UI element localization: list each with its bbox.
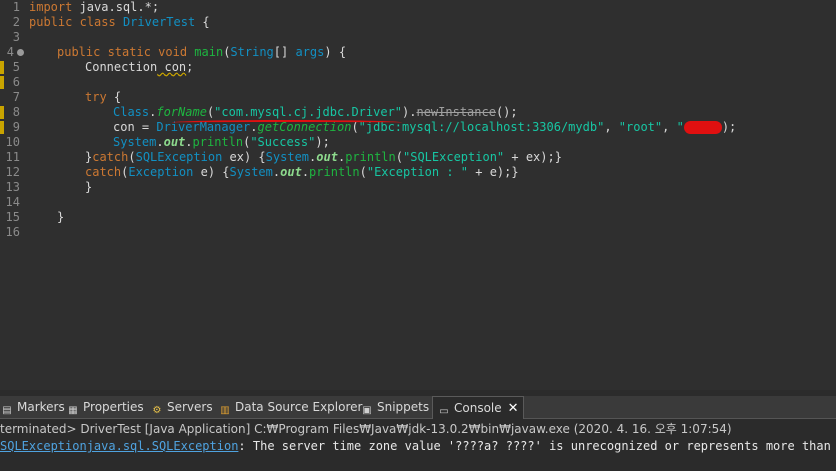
code-line: public static void main(String[] args) { [57, 45, 347, 59]
line-number: 10 [5, 135, 20, 149]
code-line: } [85, 180, 93, 194]
line-number-gutter: 1 2 3 4 5 6 7 8 9 10 11 12 13 14 15 16 [0, 0, 26, 390]
close-icon[interactable]: ✕ [508, 401, 519, 416]
line-number: 4 [6, 45, 14, 59]
properties-icon: ▦ [68, 405, 78, 416]
console-output[interactable]: SQLExceptionjava.sql.SQLException: The s… [0, 438, 836, 454]
line-number: 11 [5, 150, 20, 164]
markers-icon: ▤ [2, 405, 12, 416]
code-line: import java.sql.*; [29, 0, 160, 14]
code-line: }catch(SQLException ex) {System.out.prin… [85, 150, 562, 164]
code-line: System.out.println("Success"); [113, 135, 330, 149]
code-line: public class DriverTest { [29, 15, 210, 29]
code-line: Connection con; [85, 60, 194, 74]
stack-trace-link[interactable]: SQLExceptionjava.sql.SQLException [0, 439, 238, 453]
tab-markers[interactable]: ▤ Markers [0, 396, 64, 418]
line-number: 16 [5, 225, 20, 239]
line-number: 1 [12, 0, 20, 14]
code-line: try { [85, 90, 122, 104]
error-message: : The server time zone value '????a? ???… [238, 439, 836, 453]
code-editor[interactable]: 1 2 3 4 5 6 7 8 9 10 11 12 13 14 15 16 i… [0, 0, 836, 390]
code-line: Class.forName("com.mysql.cj.jdbc.Driver"… [113, 105, 518, 119]
line-number: 7 [12, 90, 20, 104]
panel-tab-bar: ▤ Markers ▦ Properties ⚙ Servers ▥ Data Sour… [0, 396, 836, 419]
warning-marker-icon[interactable] [0, 106, 4, 119]
tab-snippets[interactable]: ▣ Snippets [360, 396, 429, 418]
redacted-password [683, 121, 722, 134]
servers-icon: ⚙ [152, 405, 162, 416]
warning-marker-icon[interactable] [0, 61, 4, 74]
red-annotation-underline [172, 120, 402, 125]
line-number: 15 [5, 210, 20, 224]
data-source-explorer-icon: ▥ [220, 405, 230, 416]
tab-servers[interactable]: ⚙ Servers [150, 396, 213, 418]
line-number: 14 [5, 195, 20, 209]
warning-marker-icon[interactable] [0, 76, 4, 89]
tab-data-source-explorer[interactable]: ▥ Data Source Explorer [218, 396, 362, 418]
line-number: 2 [12, 15, 20, 29]
tab-console[interactable]: ▭ Console ✕ [432, 396, 524, 419]
snippets-icon: ▣ [362, 405, 372, 416]
code-line: catch(Exception e) {System.out.println("… [85, 165, 519, 179]
console-status-line: terminated> DriverTest [Java Application… [0, 422, 732, 436]
fold-toggle-icon[interactable] [17, 49, 24, 56]
tab-properties[interactable]: ▦ Properties [66, 396, 143, 418]
warning-marker-icon[interactable] [0, 121, 4, 134]
bottom-panel: ▤ Markers ▦ Properties ⚙ Servers ▥ Data Sour… [0, 390, 836, 471]
line-number: 12 [5, 165, 20, 179]
line-number: 3 [12, 30, 20, 44]
code-line: } [57, 210, 65, 224]
console-icon: ▭ [439, 406, 449, 417]
line-number: 13 [5, 180, 20, 194]
